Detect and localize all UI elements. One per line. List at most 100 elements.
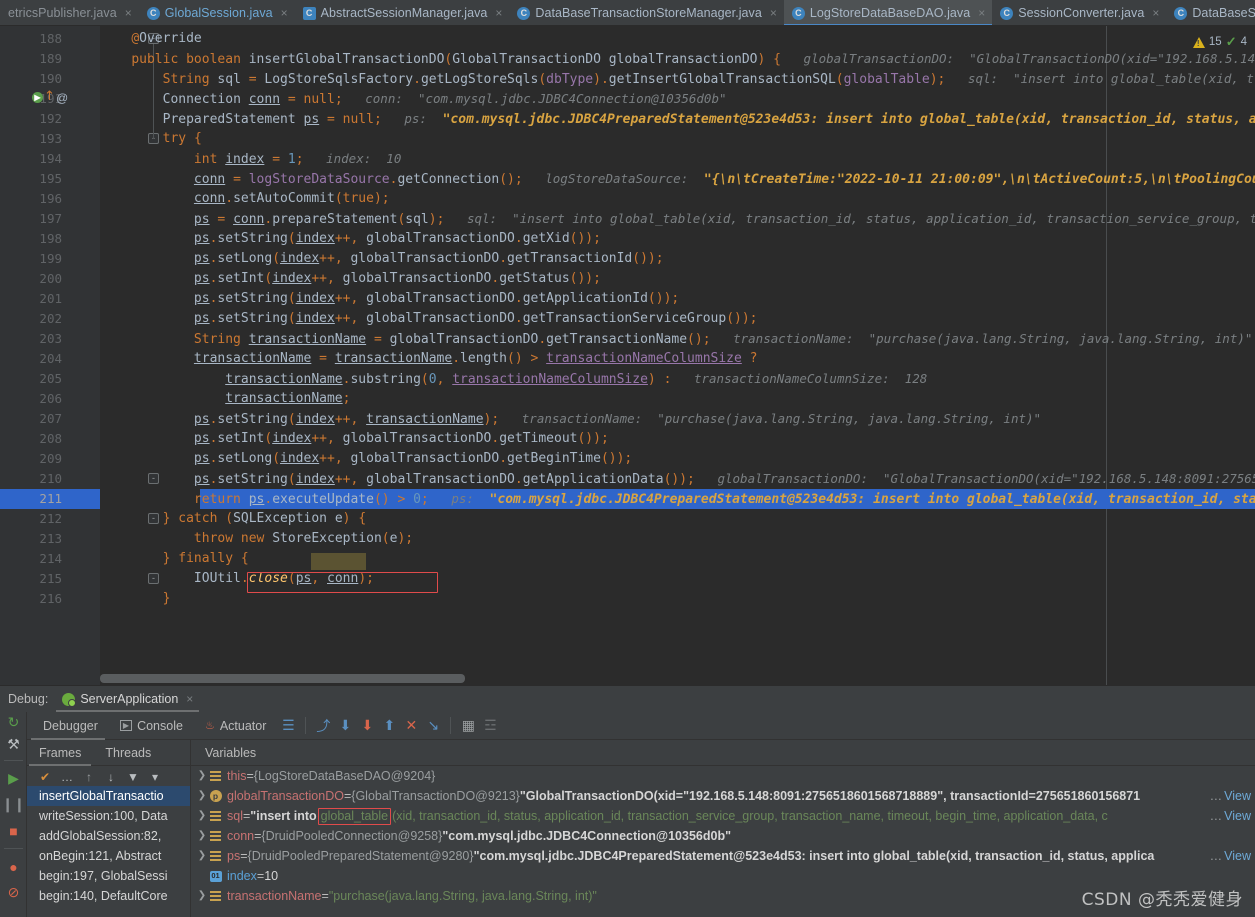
debug-left-rail[interactable]: ↻ ⚒ ▶ ❙❙ ■ ● ⊘	[0, 712, 27, 917]
code-line-195[interactable]: conn = logStoreDataSource.getConnection(…	[100, 169, 1255, 189]
down-arrow-icon[interactable]: ↓	[101, 767, 121, 787]
layout-icon[interactable]: ☰	[277, 715, 299, 737]
line-number-216[interactable]: 216	[0, 589, 62, 609]
editor-tab-2[interactable]: C AbstractSessionManager.java ×	[295, 0, 510, 25]
tab-close-icon[interactable]: ×	[770, 7, 777, 19]
variable-row-3[interactable]: ❯ conn = {DruidPooledConnection@9258} "co…	[191, 826, 1255, 846]
line-number-194[interactable]: 194	[0, 149, 62, 169]
view-breakpoints-icon[interactable]: ●	[5, 858, 22, 875]
code-line-205[interactable]: transactionName.substring(0, transaction…	[100, 369, 927, 389]
line-number-200[interactable]: 200	[0, 269, 62, 289]
line-number-196[interactable]: 196	[0, 189, 62, 209]
drop-frame-icon[interactable]: ✕	[400, 715, 422, 737]
line-number-209[interactable]: 209	[0, 449, 62, 469]
line-number-212[interactable]: 212	[0, 509, 62, 529]
line-number-197[interactable]: 197	[0, 209, 62, 229]
evaluate-expression-icon[interactable]: ▦	[457, 715, 479, 737]
line-number-201[interactable]: 201	[0, 289, 62, 309]
settings-wrench-icon[interactable]: ⚒	[5, 736, 22, 753]
force-step-into-icon[interactable]: ⬇	[356, 715, 378, 737]
code-folding-strip[interactable]: -----	[70, 26, 159, 685]
frame-item-3[interactable]: onBegin:121, Abstract	[27, 846, 190, 866]
frames-list[interactable]: insertGlobalTransactio writeSession:100, …	[27, 786, 190, 917]
frame-item-0[interactable]: insertGlobalTransactio	[27, 786, 190, 806]
line-number-207[interactable]: 207	[0, 409, 62, 429]
editor-tab-0[interactable]: CetricsPublisher.java×	[0, 0, 139, 25]
line-number-192[interactable]: 192	[0, 109, 62, 129]
code-line-214[interactable]: } finally {	[100, 549, 249, 569]
code-line-216[interactable]: }	[100, 589, 171, 609]
frame-item-2[interactable]: addGlobalSession:82,	[27, 826, 190, 846]
stop-icon[interactable]: ■	[5, 822, 22, 839]
code-line-192[interactable]: PreparedStatement ps = null; ps: "com.my…	[100, 109, 1255, 129]
code-line-190[interactable]: String sql = LogStoreSqlsFactory.getLogS…	[100, 69, 1255, 89]
sub-tab-threads[interactable]: Threads	[93, 740, 163, 766]
resume-program-icon[interactable]: ▶	[5, 770, 22, 787]
code-line-213[interactable]: throw new StoreException(e);	[100, 529, 413, 549]
step-out-icon[interactable]: ⬆	[378, 715, 400, 737]
up-arrow-icon[interactable]: ↑	[79, 767, 99, 787]
step-into-icon[interactable]: ⬇	[334, 715, 356, 737]
code-line-188[interactable]: @Override	[100, 29, 201, 49]
override-arrow-icon[interactable]: ↑	[44, 90, 55, 103]
mute-breakpoints-icon[interactable]: ⊘	[5, 884, 22, 901]
variable-row-4[interactable]: ❯ ps = {DruidPooledPreparedStatement@9280…	[191, 846, 1255, 866]
code-line-212[interactable]: } catch (SQLException e) {	[100, 509, 367, 529]
annotation-gutter-icon[interactable]: @	[56, 92, 68, 104]
variables-scrollbar[interactable]	[1251, 766, 1255, 917]
close-icon[interactable]: ×	[186, 693, 193, 705]
settings-icon[interactable]: ☲	[479, 715, 501, 737]
editor-tab-4[interactable]: C LogStoreDataBaseDAO.java ×	[783, 0, 993, 25]
line-number-213[interactable]: 213	[0, 529, 62, 549]
code-line-211[interactable]: return ps.executeUpdate() > 0; ps: "com.…	[100, 489, 1255, 509]
rerun-icon[interactable]: ↻	[5, 714, 22, 731]
editor-tab-6[interactable]: C DataBaseSessionManager.	[1166, 0, 1255, 25]
sub-tab-frames[interactable]: Frames	[27, 740, 93, 766]
view-link[interactable]: View	[1224, 846, 1251, 866]
code-line-189[interactable]: public boolean insertGlobalTransactionDO…	[100, 49, 1255, 69]
code-line-215[interactable]: IOUtil.close(ps, conn);	[100, 569, 374, 589]
debug-tab-debugger[interactable]: Debugger	[27, 712, 109, 740]
thread-state-icon[interactable]: ✔	[35, 767, 55, 787]
more-icon[interactable]: …	[57, 767, 77, 787]
line-number-206[interactable]: 206	[0, 389, 62, 409]
code-line-204[interactable]: transactionName = transactionName.length…	[100, 349, 758, 369]
view-link[interactable]: View	[1224, 786, 1251, 806]
debug-session-tab[interactable]: ServerApplication ×	[56, 686, 200, 712]
code-line-191[interactable]: Connection conn = null; conn: "com.mysql…	[100, 89, 727, 109]
line-number-208[interactable]: 208	[0, 429, 62, 449]
frame-item-1[interactable]: writeSession:100, Data	[27, 806, 190, 826]
tab-close-icon[interactable]: ×	[281, 7, 288, 19]
code-line-207[interactable]: ps.setString(index++, transactionName); …	[100, 409, 1041, 429]
line-number-189[interactable]: 189	[0, 49, 62, 69]
dropdown-icon[interactable]: ▾	[145, 767, 165, 787]
editor-tab-1[interactable]: C GlobalSession.java ×	[139, 0, 295, 25]
code-line-196[interactable]: conn.setAutoCommit(true);	[100, 189, 390, 209]
variable-row-5[interactable]: 01 index = 10	[191, 866, 1255, 886]
line-number-204[interactable]: 204	[0, 349, 62, 369]
line-number-188[interactable]: 188	[0, 29, 62, 49]
chevron-right-icon[interactable]: ❯	[195, 806, 209, 826]
frames-toolbar[interactable]: ✔… ↑ ↓ ▼ ▾	[27, 766, 190, 788]
debug-tool-window[interactable]: Debug: ServerApplication × ↻ ⚒ ▶ ❙❙ ■ ● ⊘ Debu…	[0, 685, 1255, 917]
frame-item-4[interactable]: begin:197, GlobalSessi	[27, 866, 190, 886]
run-method-icon[interactable]: ▶	[32, 92, 43, 103]
line-number-198[interactable]: 198	[0, 229, 62, 249]
code-line-198[interactable]: ps.setString(index++, globalTransactionD…	[100, 229, 601, 249]
editor-tab-3[interactable]: C DataBaseTransactionStoreManager.java ×	[509, 0, 783, 25]
line-number-211[interactable]: 211	[0, 489, 62, 509]
tab-close-icon[interactable]: ×	[978, 7, 985, 19]
line-number-199[interactable]: 199	[0, 249, 62, 269]
pause-program-icon[interactable]: ❙❙	[2, 796, 25, 813]
debug-tab-console[interactable]: ▶ Console	[109, 712, 194, 740]
line-number-203[interactable]: 203	[0, 329, 62, 349]
code-line-209[interactable]: ps.setLong(index++, globalTransactionDO.…	[100, 449, 632, 469]
code-text-area[interactable]: @Override public boolean insertGlobalTra…	[100, 26, 1255, 685]
line-number-205[interactable]: 205	[0, 369, 62, 389]
editor-tab-5[interactable]: C SessionConverter.java ×	[992, 0, 1166, 25]
code-line-199[interactable]: ps.setLong(index++, globalTransactionDO.…	[100, 249, 664, 269]
code-editor[interactable]: 188 189 190 191 192 193 194 195 196 197 198 199 200 2…	[0, 26, 1255, 685]
view-link[interactable]: View	[1224, 806, 1251, 826]
variable-row-2[interactable]: ❯ sql = "insert into global_table (xid, tr…	[191, 806, 1255, 826]
line-number-195[interactable]: 195	[0, 169, 62, 189]
